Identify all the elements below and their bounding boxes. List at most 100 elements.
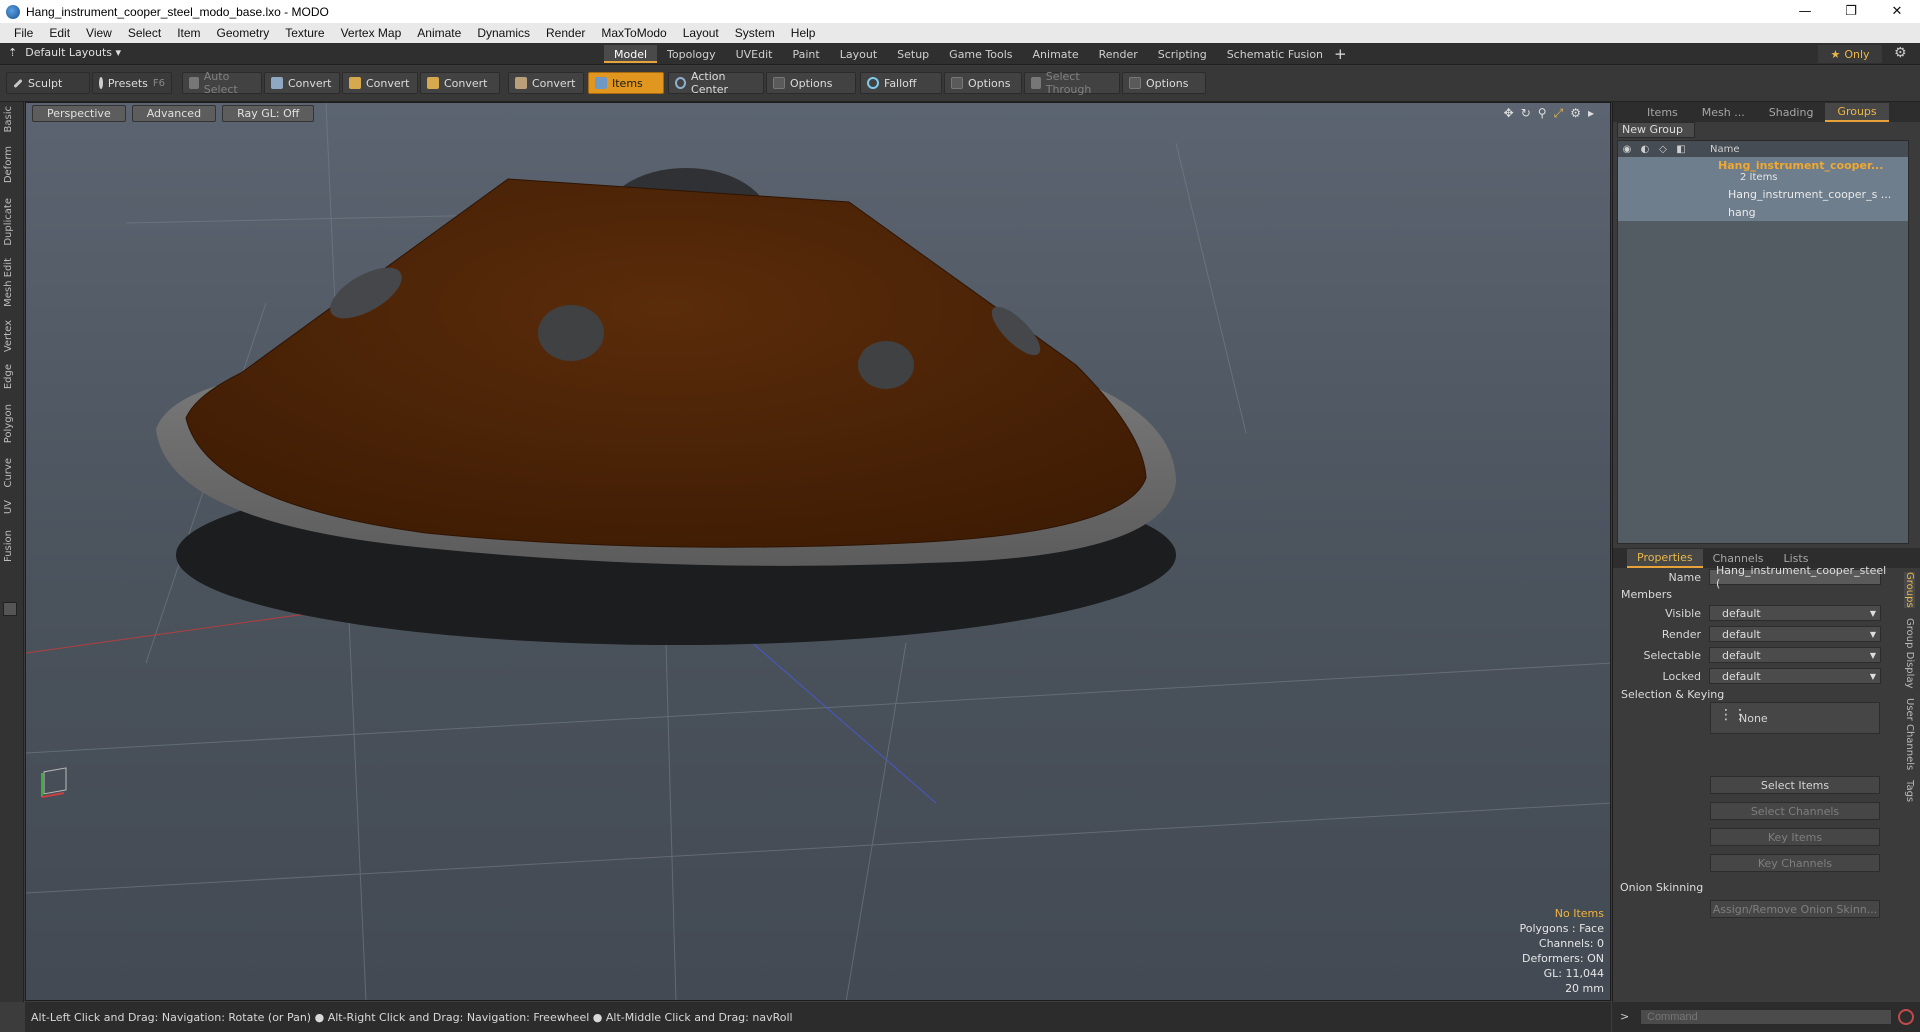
eye-icon[interactable]: ◉ [1618,144,1636,155]
group-member-row[interactable]: Hang_instrument_cooper_s ... [1618,185,1908,203]
menu-help[interactable]: Help [783,26,824,40]
viewport-menu-icon[interactable]: ▸ [1588,106,1594,121]
3d-viewport[interactable]: Perspective Advanced Ray GL: Off ✥ ↻ ⚲ ⤢… [25,102,1611,1001]
auto-select-button[interactable]: Auto Select [182,70,262,96]
maximize-button[interactable]: ❐ [1828,0,1874,23]
menu-layout[interactable]: Layout [675,26,727,40]
selection-keying-section[interactable]: Selection & Keying [1621,688,1724,701]
side-tab-groups[interactable]: Groups [1904,572,1915,608]
shading-mode-dropdown[interactable]: Advanced [131,105,217,122]
menu-maxtomodo[interactable]: MaxToModo [593,26,674,40]
layouts-dropdown[interactable]: Default Layouts ▾ [25,46,121,59]
action-center-options-button[interactable]: Options [766,72,856,94]
render-dropdown[interactable]: default ▼ [1709,626,1881,642]
menu-dynamics[interactable]: Dynamics [469,26,538,40]
zoom-icon[interactable]: ⚲ [1538,106,1547,121]
add-tab-icon[interactable]: + [1334,45,1347,63]
name-field[interactable]: Hang_instrument_cooper_steel ( [1709,564,1886,590]
tab-scripting[interactable]: Scripting [1148,45,1217,63]
pan-icon[interactable]: ✥ [1504,106,1514,121]
side-tab-group-display[interactable]: Group Display [1904,618,1915,688]
sculpt-button[interactable]: Sculpt [6,72,90,94]
menu-view[interactable]: View [78,26,120,40]
falloff-options-button[interactable]: Options [944,72,1022,94]
tab-properties[interactable]: Properties [1627,548,1703,568]
menu-texture[interactable]: Texture [277,26,332,40]
visible-dropdown[interactable]: default ▼ [1709,605,1881,621]
tab-vertex[interactable]: Vertex [3,320,14,352]
menu-animate[interactable]: Animate [409,26,469,40]
tab-shading[interactable]: Shading [1757,104,1826,121]
select-icon[interactable]: ◇ [1654,144,1672,155]
command-input[interactable] [1640,1009,1892,1025]
group-member-row[interactable]: hang [1618,203,1908,221]
tab-items[interactable]: Items [1635,104,1690,121]
gear-icon[interactable]: ⚙ [1894,45,1907,61]
layouts-selector[interactable]: ⇡ Default Layouts ▾ [8,46,121,59]
menu-edit[interactable]: Edit [41,26,78,40]
view-perspective-dropdown[interactable]: Perspective [32,105,126,122]
presets-button[interactable]: Presets F6 [92,72,172,94]
assign-onion-button[interactable]: Assign/Remove Onion Skinn... [1710,900,1880,918]
menu-item[interactable]: Item [169,26,208,40]
items-mode-button[interactable]: Items [588,72,664,94]
viewport-settings-icon[interactable]: ⚙ [1570,106,1581,121]
tab-fusion[interactable]: Fusion [3,530,14,562]
menu-select[interactable]: Select [120,26,169,40]
menu-render[interactable]: Render [538,26,593,40]
tab-schematic-fusion[interactable]: Schematic Fusion [1217,45,1333,63]
tab-duplicate[interactable]: Duplicate [3,198,14,246]
tab-render[interactable]: Render [1089,45,1148,63]
only-toggle[interactable]: ★ Only [1818,45,1882,63]
key-items-button[interactable]: Key Items [1710,828,1880,846]
panel-toggle-icon[interactable] [3,602,17,616]
action-center-button[interactable]: Action Center [668,70,764,96]
selectable-dropdown[interactable]: default ▼ [1709,647,1881,663]
falloff-button[interactable]: Falloff [860,72,942,94]
convert-vertex-button[interactable]: Convert [264,72,340,94]
tab-deform[interactable]: Deform [3,146,14,183]
tab-edge[interactable]: Edge [3,364,14,389]
tab-model[interactable]: Model [604,45,658,63]
minimize-button[interactable]: — [1782,0,1828,23]
tab-polygon[interactable]: Polygon [3,404,14,443]
select-channels-button[interactable]: Select Channels [1710,802,1880,820]
close-button[interactable]: ✕ [1874,0,1920,23]
new-group-button[interactable]: New Group [1617,122,1695,138]
lock-icon[interactable]: ◧ [1672,144,1690,155]
locked-dropdown[interactable]: default ▼ [1709,668,1881,684]
key-channels-button[interactable]: Key Channels [1710,854,1880,872]
menu-vertex-map[interactable]: Vertex Map [333,26,410,40]
none-button[interactable]: ⋮⋮ None [1710,702,1880,734]
convert-polygon-button[interactable]: Convert [420,72,500,94]
tab-curve[interactable]: Curve [3,458,14,488]
tab-groups[interactable]: Groups [1825,102,1889,122]
tab-uv[interactable]: UV [3,500,14,514]
render-icon[interactable]: ◐ [1636,144,1654,155]
tab-paint[interactable]: Paint [783,45,830,63]
tab-setup[interactable]: Setup [887,45,939,63]
fit-icon[interactable]: ⤢ [1554,106,1564,121]
tab-animate[interactable]: Animate [1023,45,1089,63]
tab-mesh[interactable]: Mesh ... [1690,104,1757,121]
raygl-toggle[interactable]: Ray GL: Off [222,105,315,122]
convert-item-button[interactable]: Convert [508,72,584,94]
select-options-button[interactable]: Options [1122,72,1206,94]
convert-edge-button[interactable]: Convert [342,72,418,94]
menu-system[interactable]: System [727,26,783,40]
select-through-button[interactable]: Select Through [1024,70,1120,96]
menu-geometry[interactable]: Geometry [209,26,278,40]
tab-uvedit[interactable]: UVEdit [726,45,783,63]
record-macro-icon[interactable] [1898,1009,1914,1025]
tab-game-tools[interactable]: Game Tools [939,45,1022,63]
members-section[interactable]: Members [1621,588,1672,601]
group-row[interactable]: Hang_instrument_cooper... 2 Items [1618,157,1908,185]
menu-file[interactable]: File [6,26,41,40]
groups-list[interactable]: ◉ ◐ ◇ ◧ Name Hang_instrument_cooper... 2… [1617,140,1909,544]
side-tab-user-channels[interactable]: User Channels [1904,698,1915,770]
select-items-button[interactable]: Select Items [1710,776,1880,794]
tab-mesh-edit[interactable]: Mesh Edit [3,258,14,307]
side-tab-tags[interactable]: Tags [1904,780,1915,802]
tab-basic[interactable]: Basic [3,106,14,132]
rotate-icon[interactable]: ↻ [1521,106,1531,121]
